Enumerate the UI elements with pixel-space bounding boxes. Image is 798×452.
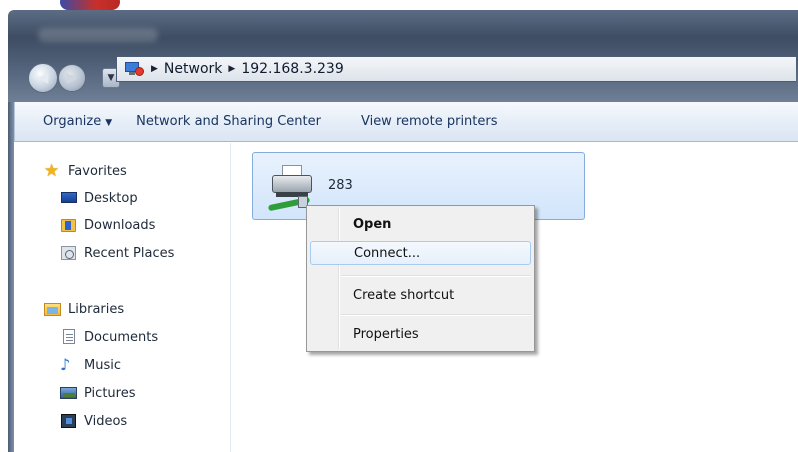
- breadcrumb-host[interactable]: 192.168.3.239: [241, 61, 343, 77]
- nav-item-desktop[interactable]: Desktop: [60, 190, 138, 206]
- chevron-down-icon: ▼: [105, 118, 113, 128]
- nav-item-downloads[interactable]: Downloads: [60, 217, 155, 233]
- menu-item-create-shortcut[interactable]: Create shortcut: [310, 283, 531, 307]
- view-remote-printers-button[interactable]: View remote printers: [361, 114, 498, 129]
- nav-item-label: Videos: [84, 413, 128, 429]
- libraries-icon: [44, 301, 62, 317]
- menu-separator: [341, 314, 531, 316]
- navigation-pane: ★ Favorites Desktop Downloads Recent Pla…: [14, 143, 231, 452]
- pictures-icon: [60, 385, 78, 401]
- nav-favorites[interactable]: ★ Favorites: [44, 161, 127, 181]
- chevron-down-icon: ▼: [107, 73, 115, 83]
- top-strip: [0, 0, 798, 10]
- network-icon: [123, 61, 145, 77]
- nav-item-label: Desktop: [84, 190, 138, 206]
- organize-menu[interactable]: Organize ▼: [43, 114, 112, 129]
- nav-item-label: Documents: [84, 329, 159, 345]
- nav-item-recent-places[interactable]: Recent Places: [60, 245, 174, 261]
- star-icon: ★: [44, 161, 60, 181]
- nav-item-documents[interactable]: Documents: [60, 329, 158, 345]
- back-arrow-icon: ◀: [37, 70, 49, 86]
- forward-button[interactable]: ▶: [58, 64, 86, 92]
- breadcrumb-network[interactable]: Network: [164, 61, 222, 77]
- nav-libraries-label: Libraries: [68, 301, 125, 317]
- nav-item-music[interactable]: ♪ Music: [60, 357, 121, 373]
- nav-favorites-label: Favorites: [68, 163, 127, 179]
- videos-icon: [60, 413, 78, 429]
- music-note-icon: ♪: [60, 355, 71, 374]
- desktop-icon: [60, 190, 78, 206]
- address-bar[interactable]: ▶ Network ▶ 192.168.3.239: [116, 56, 796, 82]
- nav-libraries[interactable]: Libraries: [44, 301, 124, 317]
- downloads-folder-icon: [60, 217, 78, 233]
- menu-item-connect[interactable]: Connect...: [310, 241, 531, 265]
- nav-item-label: Music: [84, 357, 121, 373]
- recent-places-icon: [60, 245, 78, 261]
- breadcrumb-arrow-icon[interactable]: ▶: [228, 64, 235, 74]
- menu-separator: [341, 275, 531, 277]
- printer-name: 283: [328, 178, 353, 193]
- back-button[interactable]: ◀: [28, 63, 58, 93]
- menu-item-properties[interactable]: Properties: [310, 322, 531, 346]
- nav-item-pictures[interactable]: Pictures: [60, 385, 135, 401]
- nav-item-label: Pictures: [84, 385, 136, 401]
- nav-item-label: Downloads: [84, 217, 156, 233]
- network-sharing-center-button[interactable]: Network and Sharing Center: [136, 114, 321, 129]
- breadcrumb-arrow-icon[interactable]: ▶: [151, 64, 158, 74]
- documents-icon: [60, 329, 78, 345]
- forward-arrow-icon: ▶: [66, 70, 78, 86]
- context-menu: Open Connect... Create shortcut Properti…: [306, 205, 535, 352]
- taskbar-fragment: [60, 0, 120, 10]
- menu-item-open[interactable]: Open: [310, 212, 531, 236]
- organize-label: Organize: [43, 114, 102, 129]
- nav-item-label: Recent Places: [84, 245, 175, 261]
- command-bar: Organize ▼ Network and Sharing Center Vie…: [14, 102, 798, 142]
- nav-item-videos[interactable]: Videos: [60, 413, 127, 429]
